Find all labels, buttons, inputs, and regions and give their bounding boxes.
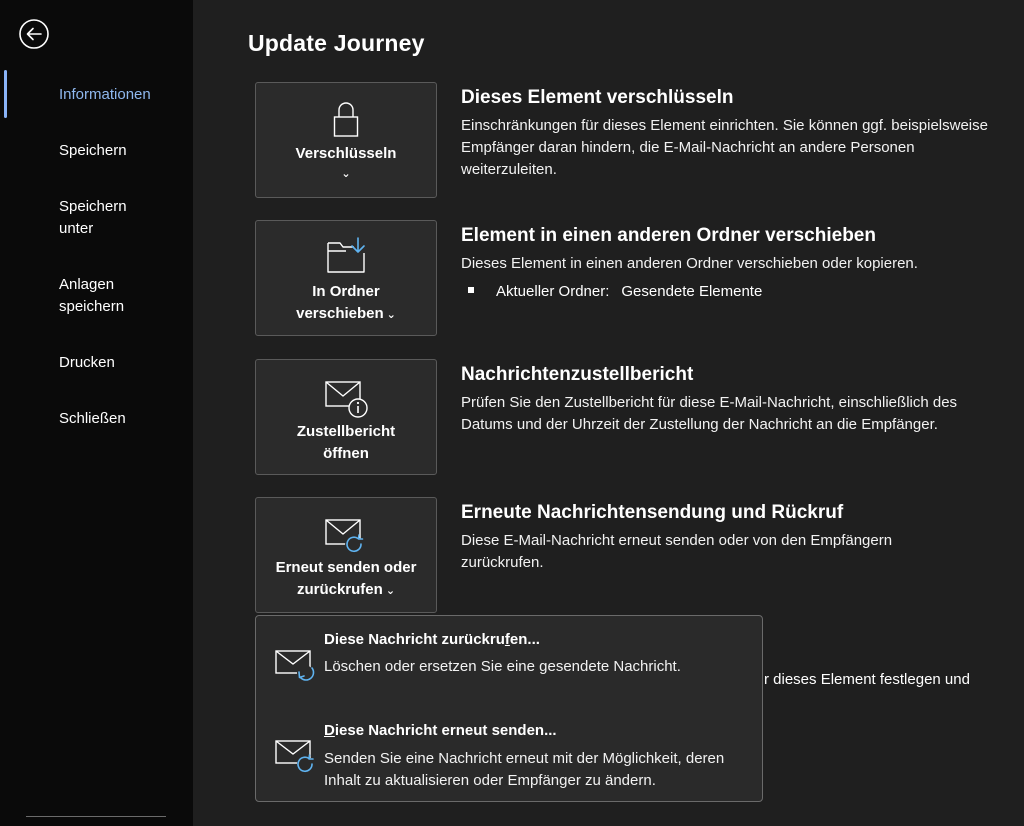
nav-item-speichern[interactable]: Speichern xyxy=(59,140,127,162)
chevron-down-icon: ⌄ xyxy=(385,585,396,597)
nav-item-speichern-unter[interactable]: Speichern unter xyxy=(59,196,149,240)
resend-item-title: Diese Nachricht erneut senden... xyxy=(324,722,557,739)
delivery-report-description: Prüfen Sie den Zustellbericht für diese … xyxy=(461,394,958,433)
page-title: Update Journey xyxy=(248,30,425,56)
delivery-button-label-line1: Zustellbericht xyxy=(296,423,396,440)
mail-info-icon xyxy=(325,381,368,418)
resend-item-description: Senden Sie eine Nachricht erneut mit der… xyxy=(324,750,725,789)
chevron-down-icon: ⌄ xyxy=(386,309,396,321)
sidebar-divider xyxy=(26,816,166,817)
mail-resend-icon xyxy=(275,740,314,772)
move-to-folder-button[interactable]: In Ordner verschieben ⌄ xyxy=(255,220,437,336)
move-button-label-line1: In Ordner xyxy=(312,283,380,300)
delivery-report-button[interactable]: Zustellbericht öffnen xyxy=(255,359,437,475)
delivery-button-label-line2: öffnen xyxy=(323,445,369,462)
resend-recall-button[interactable]: Erneut senden oder zurückrufen ⌄ xyxy=(255,497,437,613)
resend-description: Diese E-Mail-Nachricht erneut senden ode… xyxy=(461,532,893,571)
recall-item-title: Diese Nachricht zurückrufen... xyxy=(324,631,540,648)
active-nav-indicator xyxy=(4,70,7,118)
encrypt-description: Einschränkungen für dieses Element einri… xyxy=(461,117,988,178)
mail-recall-icon xyxy=(275,650,315,681)
current-folder-label: Aktueller Ordner: xyxy=(496,283,610,300)
current-folder-value: Gesendete Elemente xyxy=(621,283,763,300)
nav-item-informationen[interactable]: Informationen xyxy=(59,84,151,106)
delivery-report-title: Nachrichtenzustellbericht xyxy=(461,364,694,385)
encrypt-button-label: Verschlüsseln xyxy=(295,145,397,162)
recall-item-description: Löschen oder ersetzen Sie eine gesendete… xyxy=(324,658,681,675)
resend-title: Erneute Nachrichtensendung und Rückruf xyxy=(461,502,844,523)
resend-message-item[interactable]: Diese Nachricht erneut senden... Senden … xyxy=(256,708,762,793)
nav-item-schliessen[interactable]: Schließen xyxy=(59,408,126,430)
resend-recall-dropdown: Diese Nachricht zurückrufen... Löschen o… xyxy=(255,615,763,802)
lock-icon xyxy=(333,102,359,137)
bullet-icon xyxy=(468,287,474,294)
current-folder-row: Aktueller Ordner: Gesendete Elemente xyxy=(468,282,762,302)
move-button-label-line2: verschieben ⌄ xyxy=(256,303,436,326)
move-title: Element in einen anderen Ordner verschie… xyxy=(461,225,876,246)
move-description: Dieses Element in einen anderen Ordner v… xyxy=(461,255,918,272)
resend-button-label-line1: Erneut senden oder xyxy=(275,559,417,576)
chevron-down-icon: ⌄ xyxy=(341,168,351,180)
folder-move-icon xyxy=(327,237,365,273)
encrypt-title: Dieses Element verschlüsseln xyxy=(461,87,734,108)
resend-button-label-line2: zurückrufen ⌄ xyxy=(256,579,436,602)
encrypt-button[interactable]: Verschlüsseln ⌄ xyxy=(255,82,437,198)
obscured-section-text: r dieses Element festlegen und xyxy=(764,671,970,688)
nav-item-anlagen-speichern[interactable]: Anlagen speichern xyxy=(59,274,149,318)
back-arrow-icon xyxy=(19,19,49,49)
nav-item-drucken[interactable]: Drucken xyxy=(59,352,115,374)
recall-message-item[interactable]: Diese Nachricht zurückrufen... Löschen o… xyxy=(256,616,762,701)
back-button[interactable] xyxy=(18,18,50,50)
mail-resend-icon xyxy=(325,519,364,554)
backstage-sidebar: Informationen Speichern Speichern unter … xyxy=(0,0,193,826)
